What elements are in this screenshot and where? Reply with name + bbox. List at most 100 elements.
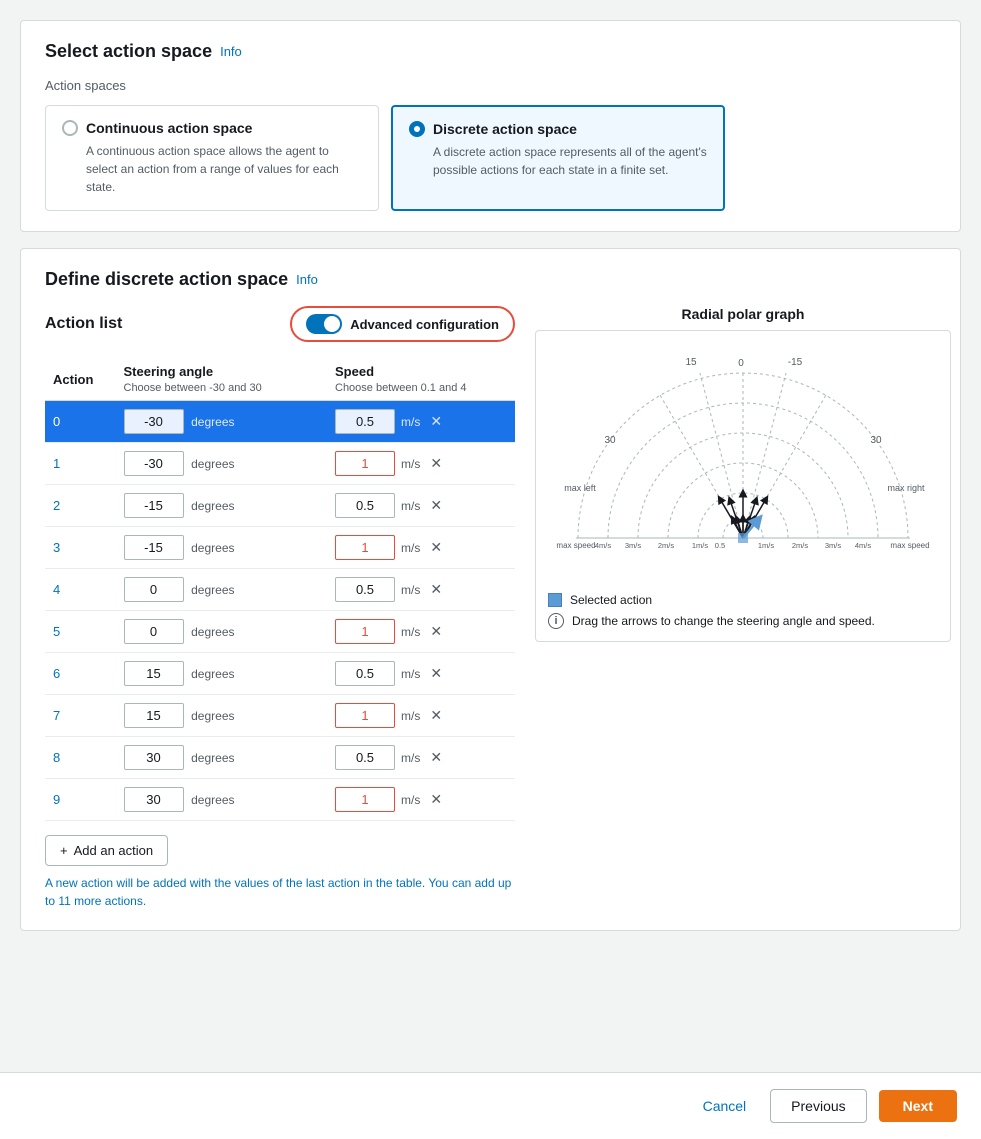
delete-row-button[interactable]: ✕ — [426, 791, 446, 808]
steering-input[interactable] — [124, 493, 184, 518]
info-link[interactable]: Info — [220, 44, 242, 59]
continuous-option-header: Continuous action space — [62, 120, 362, 136]
action-number-cell[interactable]: 3 — [45, 527, 116, 569]
steering-cell: degrees — [116, 653, 328, 695]
speed-cell: m/s ✕ — [327, 737, 515, 779]
delete-row-button[interactable]: ✕ — [426, 539, 446, 556]
svg-text:max right: max right — [887, 483, 925, 493]
action-number-cell[interactable]: 2 — [45, 485, 116, 527]
previous-button[interactable]: Previous — [770, 1089, 866, 1123]
action-number-cell[interactable]: 0 — [45, 401, 116, 443]
action-number-cell[interactable]: 7 — [45, 695, 116, 737]
graph-title: Radial polar graph — [535, 306, 951, 322]
steering-input[interactable] — [124, 409, 184, 434]
ms-label: m/s — [401, 583, 420, 597]
degrees-label: degrees — [191, 499, 234, 513]
table-row: 3 degrees m/s ✕ — [45, 527, 515, 569]
speed-cell: m/s ✕ — [327, 401, 515, 443]
steering-input[interactable] — [124, 535, 184, 560]
speed-input[interactable] — [335, 451, 395, 476]
selected-action-legend: Selected action — [548, 593, 938, 607]
table-header-row: Action Steering angle Choose between -30… — [45, 358, 515, 401]
table-row: 7 degrees m/s ✕ — [45, 695, 515, 737]
ms-label: m/s — [401, 415, 420, 429]
action-number: 7 — [53, 708, 60, 723]
steering-cell: degrees — [116, 569, 328, 611]
discrete-info-link[interactable]: Info — [296, 272, 318, 287]
action-number-cell[interactable]: 5 — [45, 611, 116, 653]
speed-input[interactable] — [335, 577, 395, 602]
advanced-config-toggle[interactable]: Advanced configuration — [290, 306, 515, 342]
delete-row-button[interactable]: ✕ — [426, 497, 446, 514]
continuous-radio[interactable] — [62, 120, 78, 136]
graph-panel: Radial polar graph — [535, 306, 951, 642]
svg-text:0: 0 — [738, 358, 744, 369]
speed-input[interactable] — [335, 493, 395, 518]
steering-cell: degrees — [116, 527, 328, 569]
degrees-label: degrees — [191, 457, 234, 471]
action-number: 0 — [53, 414, 60, 429]
steering-input[interactable] — [124, 577, 184, 602]
legend-drag-label: Drag the arrows to change the steering a… — [572, 614, 875, 628]
card-title-text: Select action space — [45, 41, 212, 62]
action-number-cell[interactable]: 4 — [45, 569, 116, 611]
ms-label: m/s — [401, 541, 420, 555]
speed-input[interactable] — [335, 703, 395, 728]
continuous-action-space-option[interactable]: Continuous action space A continuous act… — [45, 105, 379, 211]
delete-row-button[interactable]: ✕ — [426, 413, 446, 430]
action-number-cell[interactable]: 1 — [45, 443, 116, 485]
action-table: Action Steering angle Choose between -30… — [45, 358, 515, 821]
table-row: 9 degrees m/s ✕ — [45, 779, 515, 821]
action-number: 6 — [53, 666, 60, 681]
degrees-label: degrees — [191, 415, 234, 429]
discrete-action-space-option[interactable]: Discrete action space A discrete action … — [391, 105, 725, 211]
svg-text:1m/s: 1m/s — [692, 541, 709, 550]
action-number-cell[interactable]: 9 — [45, 779, 116, 821]
graph-container: 0 15 -15 30 30 max left max right max sp… — [535, 330, 951, 642]
steering-input[interactable] — [124, 745, 184, 770]
speed-input[interactable] — [335, 787, 395, 812]
delete-row-button[interactable]: ✕ — [426, 455, 446, 472]
action-number: 1 — [53, 456, 60, 471]
table-row: 6 degrees m/s ✕ — [45, 653, 515, 695]
delete-row-button[interactable]: ✕ — [426, 581, 446, 598]
next-button[interactable]: Next — [879, 1090, 957, 1122]
steering-input[interactable] — [124, 787, 184, 812]
discrete-radio[interactable] — [409, 121, 425, 137]
action-list-title: Action list — [45, 315, 122, 333]
discrete-card-title: Define discrete action space Info — [45, 269, 936, 290]
define-discrete-card: Define discrete action space Info Action… — [20, 248, 961, 931]
graph-legend: Selected action i Drag the arrows to cha… — [548, 593, 938, 629]
steering-input[interactable] — [124, 451, 184, 476]
delete-row-button[interactable]: ✕ — [426, 749, 446, 766]
speed-input[interactable] — [335, 619, 395, 644]
delete-row-button[interactable]: ✕ — [426, 707, 446, 724]
action-number-cell[interactable]: 6 — [45, 653, 116, 695]
steering-input[interactable] — [124, 661, 184, 686]
action-spaces-grid: Continuous action space A continuous act… — [45, 105, 725, 211]
ms-label: m/s — [401, 667, 420, 681]
steering-input[interactable] — [124, 619, 184, 644]
continuous-option-label: Continuous action space — [86, 120, 252, 136]
radial-polar-graph-svg: 0 15 -15 30 30 max left max right max sp… — [548, 343, 938, 583]
speed-input[interactable] — [335, 535, 395, 560]
svg-text:max speed: max speed — [890, 541, 929, 550]
toggle-switch[interactable] — [306, 314, 342, 334]
discrete-option-desc: A discrete action space represents all o… — [409, 143, 707, 179]
info-icon: i — [548, 613, 564, 629]
action-number: 2 — [53, 498, 60, 513]
speed-input[interactable] — [335, 745, 395, 770]
steering-cell: degrees — [116, 443, 328, 485]
action-number-cell[interactable]: 8 — [45, 737, 116, 779]
cancel-button[interactable]: Cancel — [691, 1090, 759, 1122]
svg-text:-15: -15 — [788, 357, 803, 368]
delete-row-button[interactable]: ✕ — [426, 665, 446, 682]
speed-cell: m/s ✕ — [327, 569, 515, 611]
speed-input[interactable] — [335, 661, 395, 686]
degrees-label: degrees — [191, 793, 234, 807]
delete-row-button[interactable]: ✕ — [426, 623, 446, 640]
table-row: 5 degrees m/s ✕ — [45, 611, 515, 653]
steering-input[interactable] — [124, 703, 184, 728]
add-action-button[interactable]: + Add an action — [45, 835, 168, 866]
speed-input[interactable] — [335, 409, 395, 434]
